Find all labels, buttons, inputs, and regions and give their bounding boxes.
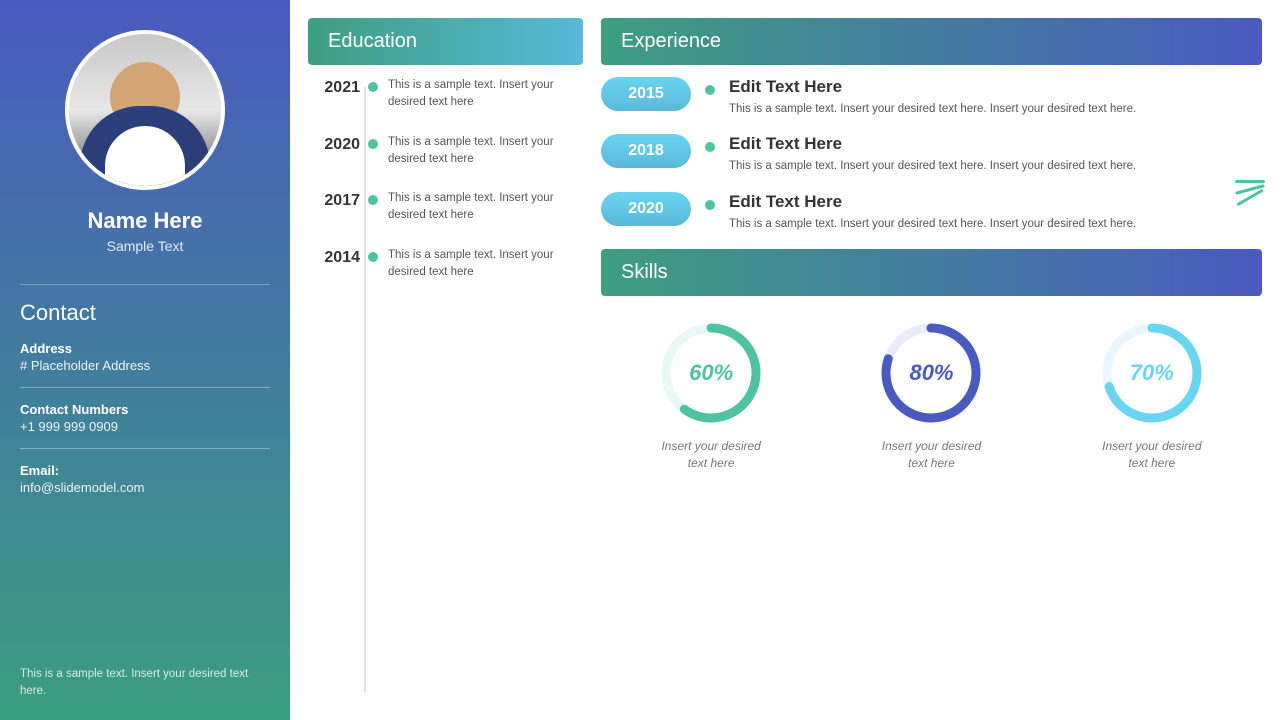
skill-chart: 80% [876, 318, 986, 428]
experience-section: Experience 2015 Edit Text Here This is a… [601, 18, 1262, 233]
email-field: Email: info@slidemodel.com [20, 463, 270, 495]
email-value: info@slidemodel.com [20, 480, 270, 495]
phone-field: Contact Numbers +1 999 999 0909 [20, 402, 270, 434]
timeline-text: This is a sample text. Insert your desir… [388, 190, 583, 225]
sidebar-name: Name Here [88, 208, 203, 234]
divider-1 [20, 387, 270, 388]
skills-row: 60% Insert your desiredtext here 80% Ins… [601, 308, 1262, 482]
exp-title: Edit Text Here [729, 192, 1136, 212]
sidebar-note: This is a sample text. Insert your desir… [20, 666, 270, 701]
timeline-year: 2014 [308, 247, 360, 267]
exp-title: Edit Text Here [729, 77, 1136, 97]
main-content: Education 2021 This is a sample text. In… [290, 0, 1280, 720]
skill-item: 60% Insert your desiredtext here [656, 318, 766, 472]
skill-percent: 80% [909, 360, 953, 386]
experience-list: 2015 Edit Text Here This is a sample tex… [601, 77, 1262, 233]
contact-heading: Contact [20, 300, 270, 326]
timeline-line [364, 87, 366, 692]
skill-chart: 70% [1097, 318, 1207, 428]
address-label: Address [20, 341, 270, 356]
skill-percent: 60% [689, 360, 733, 386]
skill-chart: 60% [656, 318, 766, 428]
sidebar: Name Here Sample Text Contact Address # … [0, 0, 290, 720]
phone-label: Contact Numbers [20, 402, 270, 417]
experience-item: 2015 Edit Text Here This is a sample tex… [601, 77, 1262, 118]
exp-desc: This is a sample text. Insert your desir… [729, 101, 1136, 118]
exp-dot [705, 85, 715, 95]
timeline-dot [368, 252, 378, 262]
exp-year-badge: 2020 [601, 192, 691, 226]
timeline-text: This is a sample text. Insert your desir… [388, 134, 583, 169]
timeline-year: 2020 [308, 134, 360, 154]
timeline-item: 2020 This is a sample text. Insert your … [308, 134, 583, 169]
sidebar-subtitle: Sample Text [107, 238, 184, 254]
phone-value: +1 999 999 0909 [20, 419, 270, 434]
education-column: Education 2021 This is a sample text. In… [308, 18, 583, 702]
right-column: Experience 2015 Edit Text Here This is a… [601, 18, 1262, 702]
skills-heading: Skills [601, 249, 1262, 296]
exp-desc: This is a sample text. Insert your desir… [729, 158, 1136, 175]
timeline-dot [368, 139, 378, 149]
education-heading: Education [308, 18, 583, 65]
decorative-lines [1235, 180, 1265, 204]
experience-item: 2020 Edit Text Here This is a sample tex… [601, 192, 1262, 233]
exp-content: Edit Text Here This is a sample text. In… [729, 134, 1136, 175]
skill-percent: 70% [1130, 360, 1174, 386]
contact-section: Contact Address # Placeholder Address Co… [20, 284, 270, 509]
timeline-year: 2017 [308, 190, 360, 210]
exp-year-badge: 2018 [601, 134, 691, 168]
education-timeline: 2021 This is a sample text. Insert your … [308, 77, 583, 702]
skills-section: Skills 60% Insert your desiredtext here … [601, 249, 1262, 482]
divider-2 [20, 448, 270, 449]
skill-label: Insert your desiredtext here [882, 438, 981, 472]
exp-desc: This is a sample text. Insert your desir… [729, 216, 1136, 233]
skill-item: 80% Insert your desiredtext here [876, 318, 986, 472]
skill-item: 70% Insert your desiredtext here [1097, 318, 1207, 472]
skill-label: Insert your desiredtext here [1102, 438, 1201, 472]
timeline-dot [368, 195, 378, 205]
avatar-image [69, 34, 221, 186]
timeline-item: 2021 This is a sample text. Insert your … [308, 77, 583, 112]
timeline-item: 2017 This is a sample text. Insert your … [308, 190, 583, 225]
exp-dot [705, 142, 715, 152]
address-value: # Placeholder Address [20, 358, 270, 373]
avatar [65, 30, 225, 190]
exp-year-badge: 2015 [601, 77, 691, 111]
timeline-year: 2021 [308, 77, 360, 97]
exp-content: Edit Text Here This is a sample text. In… [729, 192, 1136, 233]
experience-item: 2018 Edit Text Here This is a sample tex… [601, 134, 1262, 175]
address-field: Address # Placeholder Address [20, 341, 270, 373]
timeline-text: This is a sample text. Insert your desir… [388, 247, 583, 282]
timeline-text: This is a sample text. Insert your desir… [388, 77, 583, 112]
timeline-dot [368, 82, 378, 92]
exp-content: Edit Text Here This is a sample text. In… [729, 77, 1136, 118]
timeline-item: 2014 This is a sample text. Insert your … [308, 247, 583, 282]
email-label: Email: [20, 463, 270, 478]
skill-label: Insert your desiredtext here [661, 438, 760, 472]
exp-title: Edit Text Here [729, 134, 1136, 154]
experience-heading: Experience [601, 18, 1262, 65]
exp-dot [705, 200, 715, 210]
